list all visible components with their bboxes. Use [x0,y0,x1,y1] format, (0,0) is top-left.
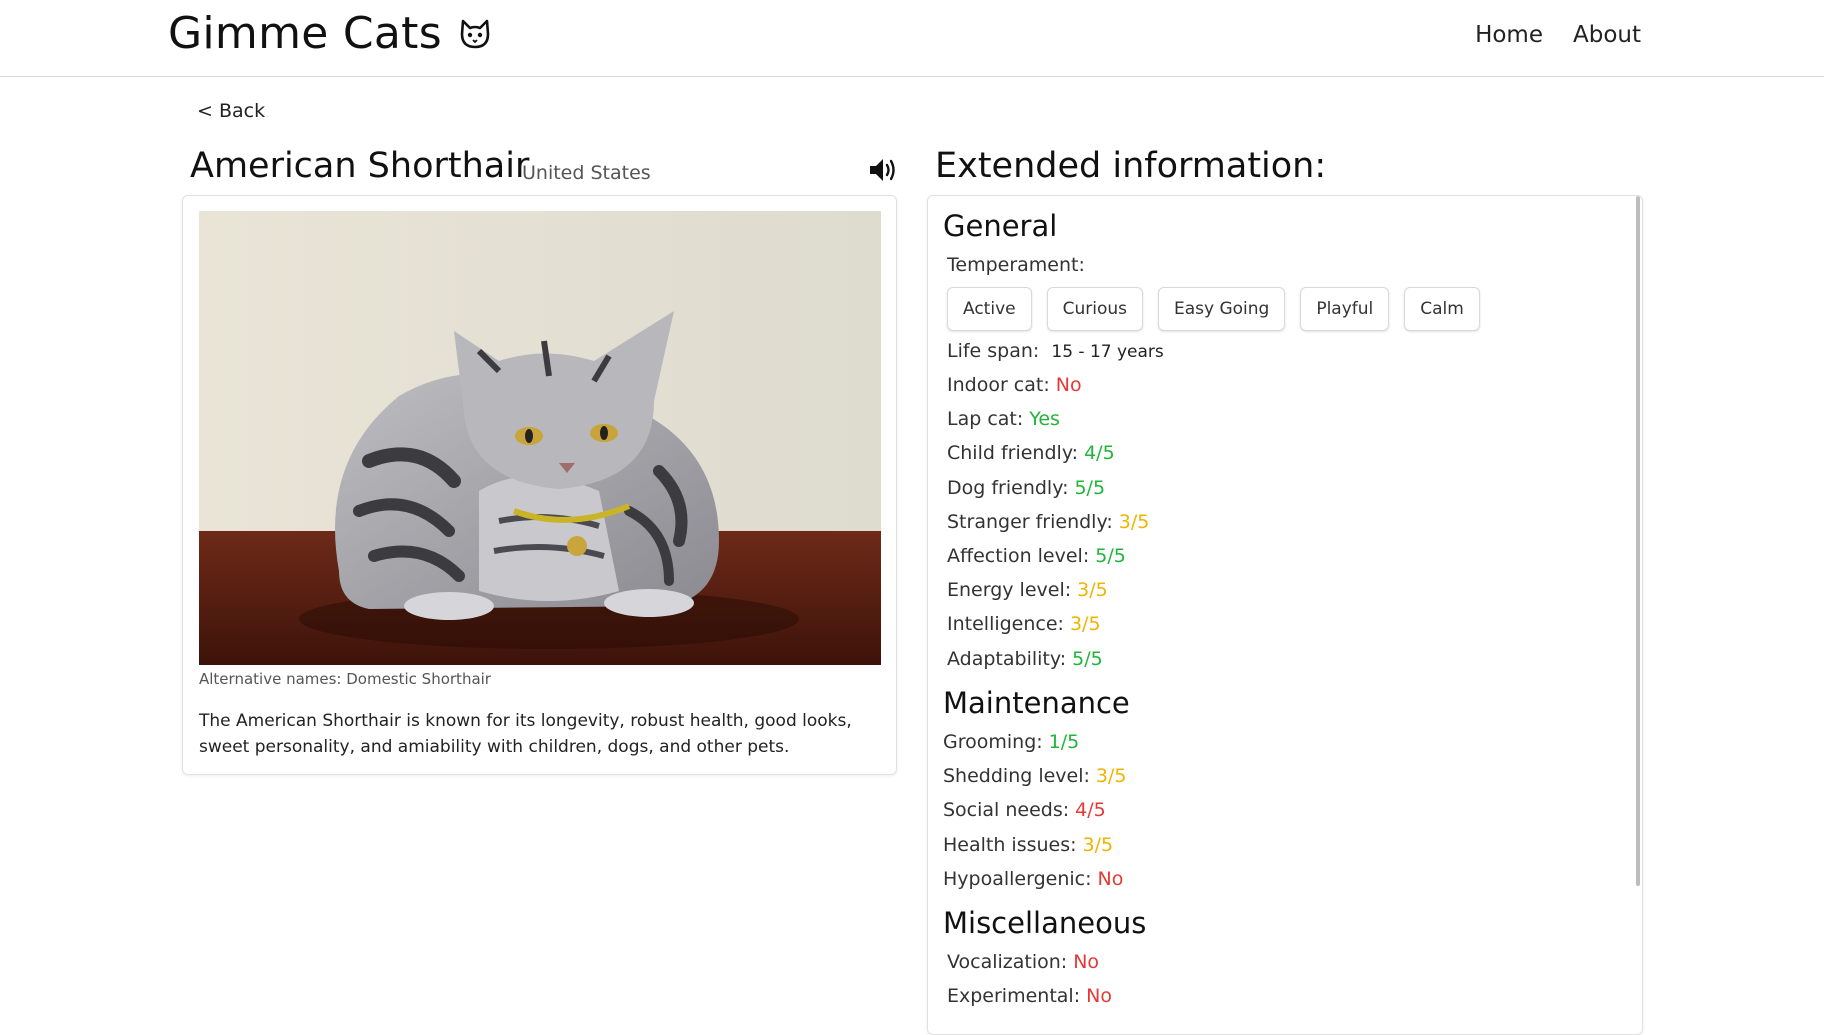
child-friendly-value: 4/5 [1084,442,1115,465]
grooming-label: Grooming: [943,731,1043,753]
breed-photo [199,211,881,665]
intelligence-label: Intelligence: [947,613,1064,636]
child-friendly-label: Child friendly: [947,442,1079,465]
life-span-value: 15 - 17 years [1051,342,1164,362]
extended-info-title: Extended information: [935,146,1327,186]
grooming-value: 1/5 [1048,731,1080,753]
nav-about-link[interactable]: About [1573,22,1641,48]
health-issues-value: 3/5 [1082,833,1114,856]
lap-cat-value: Yes [1029,408,1060,431]
experimental-value: No [1086,985,1112,1008]
indoor-cat-value: No [1055,374,1082,396]
extended-info-card[interactable]: General Temperament: Active Curious Easy… [927,195,1643,1035]
stranger-friendly-value: 3/5 [1118,510,1150,533]
cat-face-icon [460,19,490,48]
energy-level-value: 3/5 [1077,579,1108,602]
shedding-level-row: Shedding level: 3/5 [943,765,1127,787]
health-issues-label: Health issues: [943,833,1077,856]
social-needs-label: Social needs: [943,799,1070,822]
indoor-cat-label: Indoor cat: [947,374,1050,396]
temperament-chip[interactable]: Active [947,287,1032,331]
temperament-chip[interactable]: Curious [1046,287,1143,331]
dog-friendly-label: Dog friendly: [947,476,1069,499]
cat-photo-image [199,211,881,665]
brand-title: Gimme Cats [168,8,442,59]
social-needs-value: 4/5 [1075,799,1106,822]
lap-cat-label: Lap cat: [947,408,1024,431]
breed-origin: United States [522,162,651,184]
experimental-row: Experimental: No [947,985,1112,1007]
stranger-friendly-row: Stranger friendly: 3/5 [947,511,1149,533]
experimental-label: Experimental: [947,985,1081,1008]
nav-home-link[interactable]: Home [1475,22,1543,48]
life-span-label: Life span: [947,340,1040,362]
general-heading: General [943,209,1058,243]
shedding-level-value: 3/5 [1095,765,1127,788]
vocalization-value: No [1073,951,1100,973]
back-link[interactable]: < Back [197,100,265,122]
temperament-chips: Active Curious Easy Going Playful Calm [947,287,1480,331]
affection-level-value: 5/5 [1095,545,1126,567]
adaptability-label: Adaptability: [947,647,1067,670]
energy-level-label: Energy level: [947,579,1072,602]
temperament-chip[interactable]: Easy Going [1157,287,1286,331]
temperament-chip[interactable]: Calm [1404,287,1480,331]
intelligence-row: Intelligence: 3/5 [947,613,1101,635]
vocalization-row: Vocalization: No [947,951,1099,973]
energy-level-row: Energy level: 3/5 [947,579,1108,601]
vocalization-label: Vocalization: [947,951,1068,973]
life-span-row: Life span: 15 - 17 years [947,340,1164,362]
hypoallergenic-value: No [1097,867,1124,890]
lap-cat-row: Lap cat: Yes [947,408,1060,430]
shedding-level-label: Shedding level: [943,765,1090,788]
navbar: Gimme Cats Home About [0,0,1824,77]
adaptability-row: Adaptability: 5/5 [947,648,1103,670]
indoor-cat-row: Indoor cat: No [947,374,1082,396]
breed-name: American Shorthair [190,146,530,186]
alternative-names: Alternative names: Domestic Shorthair [199,670,491,688]
nav-links: Home About [1475,22,1641,48]
breed-card: Alternative names: Domestic Shorthair Th… [182,195,897,775]
dog-friendly-value: 5/5 [1074,476,1106,499]
health-issues-row: Health issues: 3/5 [943,834,1113,856]
temperament-chip[interactable]: Playful [1300,287,1390,331]
stranger-friendly-label: Stranger friendly: [947,510,1113,533]
social-needs-row: Social needs: 4/5 [943,799,1106,821]
hypoallergenic-label: Hypoallergenic: [943,867,1092,890]
intelligence-value: 3/5 [1069,613,1101,636]
hypoallergenic-row: Hypoallergenic: No [943,868,1123,890]
dog-friendly-row: Dog friendly: 5/5 [947,477,1105,499]
scrollbar[interactable] [1636,196,1640,886]
child-friendly-row: Child friendly: 4/5 [947,442,1115,464]
brand-logo[interactable]: Gimme Cats [168,8,492,59]
affection-level-row: Affection level: 5/5 [947,545,1126,567]
maintenance-heading: Maintenance [943,686,1130,720]
temperament-label: Temperament: [947,254,1085,276]
speaker-icon[interactable] [868,156,898,184]
affection-level-label: Affection level: [947,545,1090,567]
adaptability-value: 5/5 [1072,647,1103,670]
breed-description: The American Shorthair is known for its … [199,711,852,757]
miscellaneous-heading: Miscellaneous [943,906,1147,940]
grooming-row: Grooming: 1/5 [943,731,1079,753]
